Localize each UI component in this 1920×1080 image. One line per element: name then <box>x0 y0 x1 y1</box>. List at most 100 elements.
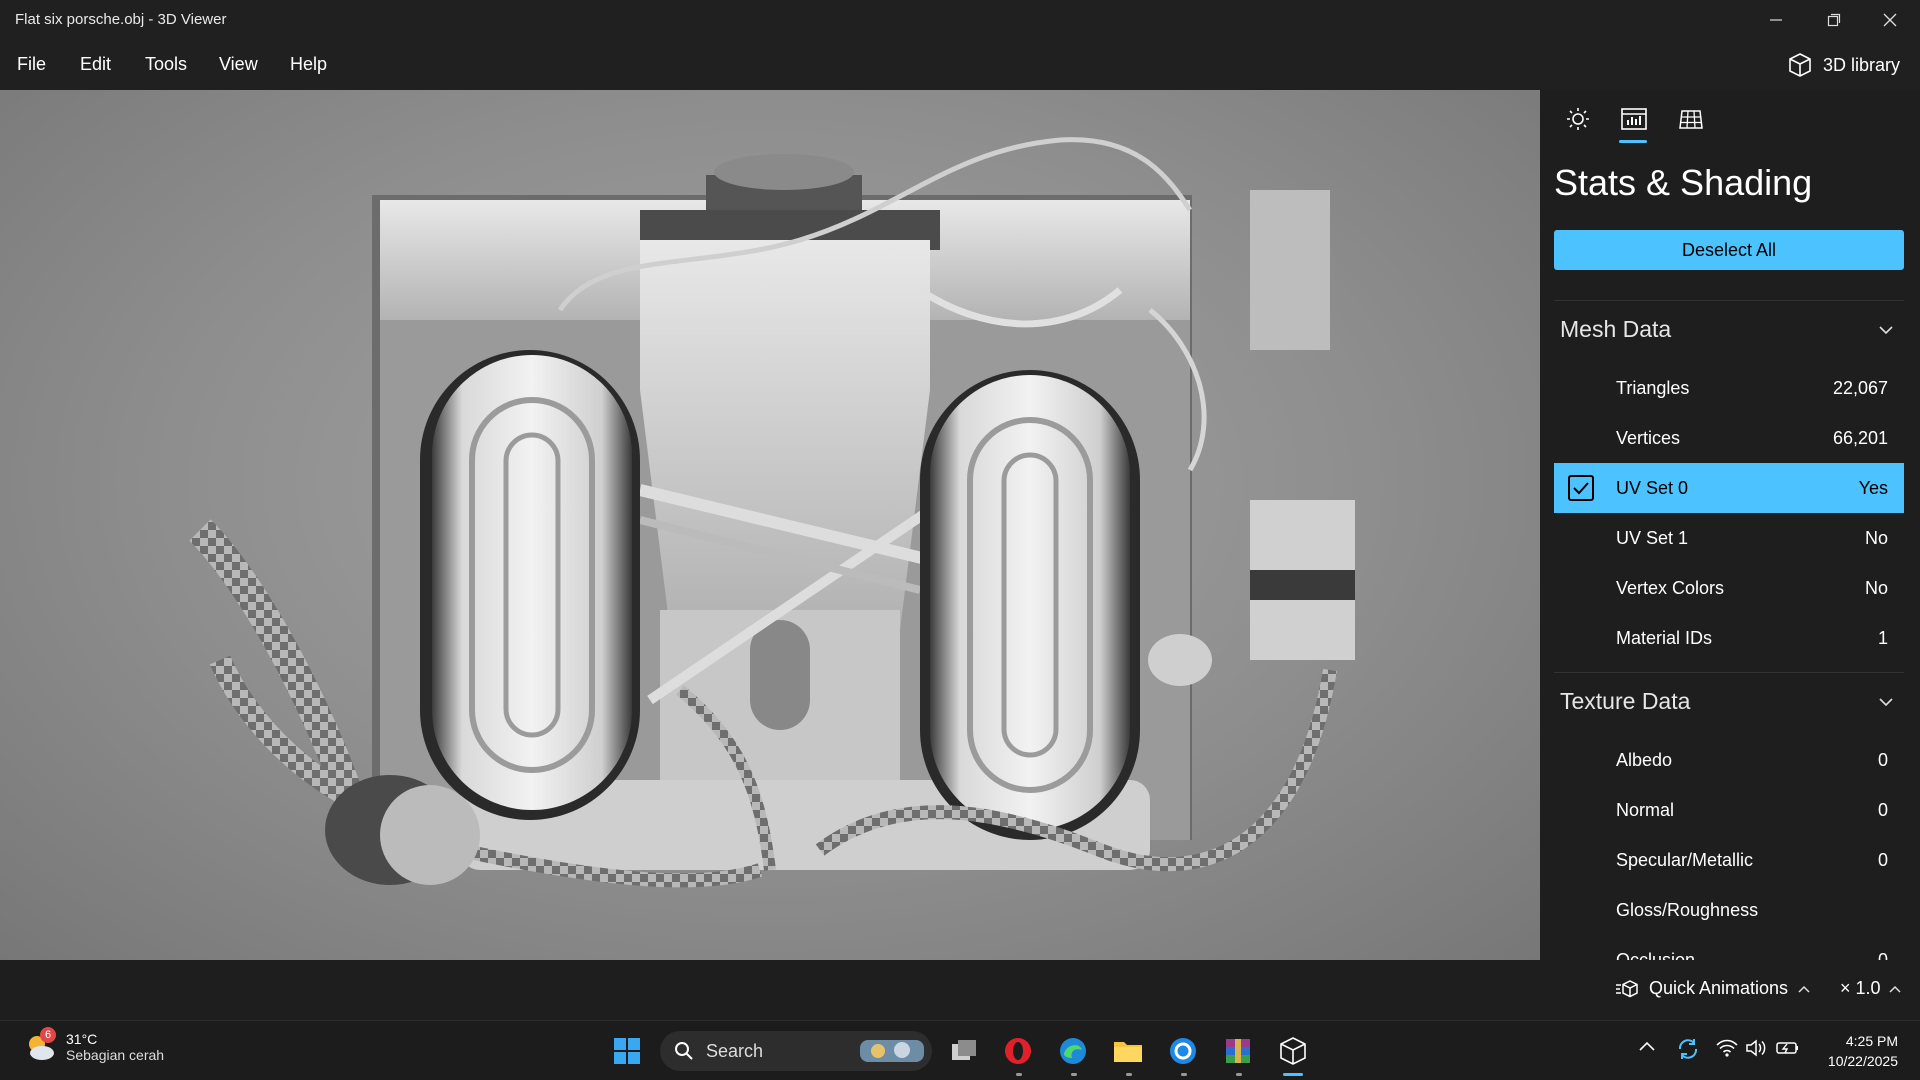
sun-icon <box>1567 108 1589 130</box>
3d-viewer-icon <box>1280 1037 1306 1065</box>
window-title: Flat six porsche.obj - 3D Viewer <box>15 11 227 28</box>
windows-logo-icon <box>614 1038 640 1064</box>
menu-help[interactable]: Help <box>290 54 327 75</box>
chevron-up-icon <box>1889 985 1901 993</box>
row-label: UV Set 0 <box>1616 477 1689 498</box>
active-tab-indicator <box>1619 140 1647 143</box>
wifi-icon <box>1716 1039 1738 1057</box>
restore-button[interactable] <box>1806 0 1862 40</box>
chevron-down-icon <box>1879 325 1893 334</box>
menu-file[interactable]: File <box>17 54 46 75</box>
file-explorer-button[interactable] <box>1110 1033 1146 1069</box>
row-label: UV Set 1 <box>1616 527 1689 548</box>
running-indicator <box>1236 1073 1242 1076</box>
mesh-row-vertex-colors: Vertex Colors No <box>1554 563 1904 613</box>
mesh-row-uv-set-0[interactable]: UV Set 0 Yes <box>1554 463 1904 513</box>
folder-icon <box>1114 1042 1142 1062</box>
minimize-button[interactable] <box>1748 0 1804 40</box>
weather-description: Sebagian cerah <box>66 1047 165 1063</box>
uv-set-0-checkbox[interactable] <box>1568 475 1594 501</box>
opera-browser-icon <box>1005 1038 1031 1064</box>
panel-title: Stats & Shading <box>1554 162 1813 203</box>
taskbar-search[interactable]: Search <box>660 1031 932 1071</box>
row-label: Normal <box>1616 799 1675 820</box>
status-bar: Quick Animations × 1.0 <box>0 960 1920 1020</box>
texture-row-albedo: Albedo 0 <box>1554 735 1904 785</box>
row-label: Vertex Colors <box>1616 577 1725 598</box>
volume-button[interactable] <box>1746 1039 1768 1062</box>
running-indicator <box>1181 1073 1187 1076</box>
row-value: 1 <box>1877 627 1888 648</box>
row-label: Specular/Metallic <box>1616 849 1754 870</box>
menu-bar: File Edit Tools View Help 3D library <box>0 40 1920 90</box>
restore-icon <box>1827 13 1841 27</box>
battery-charging-icon <box>1776 1042 1798 1054</box>
mesh-row-uv-set-1: UV Set 1 No <box>1554 513 1904 563</box>
weather-widget[interactable]: 6 31°C Sebagian cerah <box>24 1027 165 1063</box>
sync-icon <box>1678 1039 1698 1059</box>
active-app-indicator <box>1283 1073 1303 1076</box>
mesh-data-title: Mesh Data <box>1560 316 1672 342</box>
grid-icon <box>1679 110 1703 129</box>
stats-chart-icon <box>1621 108 1647 130</box>
running-indicator <box>1016 1073 1022 1076</box>
clock-time: 4:25 PM <box>1845 1033 1898 1049</box>
start-button[interactable] <box>609 1033 645 1069</box>
engine-model <box>189 137 1355 888</box>
row-value: 0 <box>1877 949 1888 961</box>
checkmark-icon <box>1573 482 1589 495</box>
row-value: 66,201 <box>1832 427 1888 448</box>
taskbar-clock[interactable]: 4:25 PM 10/22/2025 <box>1828 1031 1898 1071</box>
mesh-data-header[interactable]: Mesh Data <box>1554 300 1904 358</box>
quick-animations-button[interactable]: Quick Animations <box>1615 978 1810 999</box>
texture-row-gloss: Gloss/Roughness <box>1554 885 1904 935</box>
playback-speed-label: × 1.0 <box>1840 978 1881 998</box>
wifi-button[interactable] <box>1716 1039 1738 1062</box>
menu-tools[interactable]: Tools <box>145 54 187 75</box>
quick-animations-label: Quick Animations <box>1649 978 1789 998</box>
task-view-button[interactable] <box>946 1033 982 1069</box>
mesh-row-material-ids: Material IDs 1 <box>1554 613 1904 663</box>
stats-panel: Stats & Shading Deselect All Mesh Data T… <box>1540 90 1920 960</box>
battery-button[interactable] <box>1776 1039 1800 1062</box>
row-value: No <box>1864 577 1888 598</box>
mesh-row-vertices: Vertices 66,201 <box>1554 413 1904 463</box>
tab-mesh-grid[interactable] <box>1676 104 1706 134</box>
search-label: Search <box>706 1040 764 1061</box>
3d-library-button[interactable]: 3D library <box>1787 51 1900 79</box>
row-label: Albedo <box>1616 749 1673 770</box>
3d-viewer-taskbar-button[interactable] <box>1275 1033 1311 1069</box>
texture-row-occlusion: Occlusion 0 <box>1554 935 1904 961</box>
app-circle-icon <box>1170 1038 1196 1064</box>
winrar-button[interactable] <box>1220 1033 1256 1069</box>
tab-lighting[interactable] <box>1563 104 1593 134</box>
row-value: 22,067 <box>1832 377 1888 398</box>
menu-view[interactable]: View <box>219 54 258 75</box>
animation-cube-icon <box>1616 979 1638 997</box>
deselect-all-button[interactable]: Deselect All <box>1554 230 1904 270</box>
texture-data-header[interactable]: Texture Data <box>1554 672 1904 730</box>
cube-icon <box>1789 53 1811 77</box>
sync-tray-button[interactable] <box>1676 1037 1700 1066</box>
minimize-icon <box>1770 19 1782 21</box>
row-value: 0 <box>1877 849 1888 870</box>
winrar-icon <box>1226 1039 1250 1063</box>
row-label: Vertices <box>1616 427 1681 448</box>
playback-speed-button[interactable]: × 1.0 <box>1840 978 1901 999</box>
close-button[interactable] <box>1862 0 1918 40</box>
edge-browser-icon <box>1060 1038 1086 1064</box>
show-hidden-icons-button[interactable] <box>1638 1039 1656 1057</box>
tab-stats-shading[interactable] <box>1619 104 1649 134</box>
row-value: No <box>1864 527 1888 548</box>
clock-date: 10/22/2025 <box>1827 1053 1898 1069</box>
close-icon <box>1883 13 1897 27</box>
chevron-down-icon <box>1879 697 1893 706</box>
opera-button[interactable] <box>1000 1033 1036 1069</box>
edge-button[interactable] <box>1055 1033 1091 1069</box>
3d-viewport[interactable] <box>0 90 1540 960</box>
row-label: Occlusion <box>1616 949 1696 961</box>
texture-row-specular: Specular/Metallic 0 <box>1554 835 1904 885</box>
row-label: Triangles <box>1616 377 1690 398</box>
app-blue-button[interactable] <box>1165 1033 1201 1069</box>
menu-edit[interactable]: Edit <box>80 54 111 75</box>
